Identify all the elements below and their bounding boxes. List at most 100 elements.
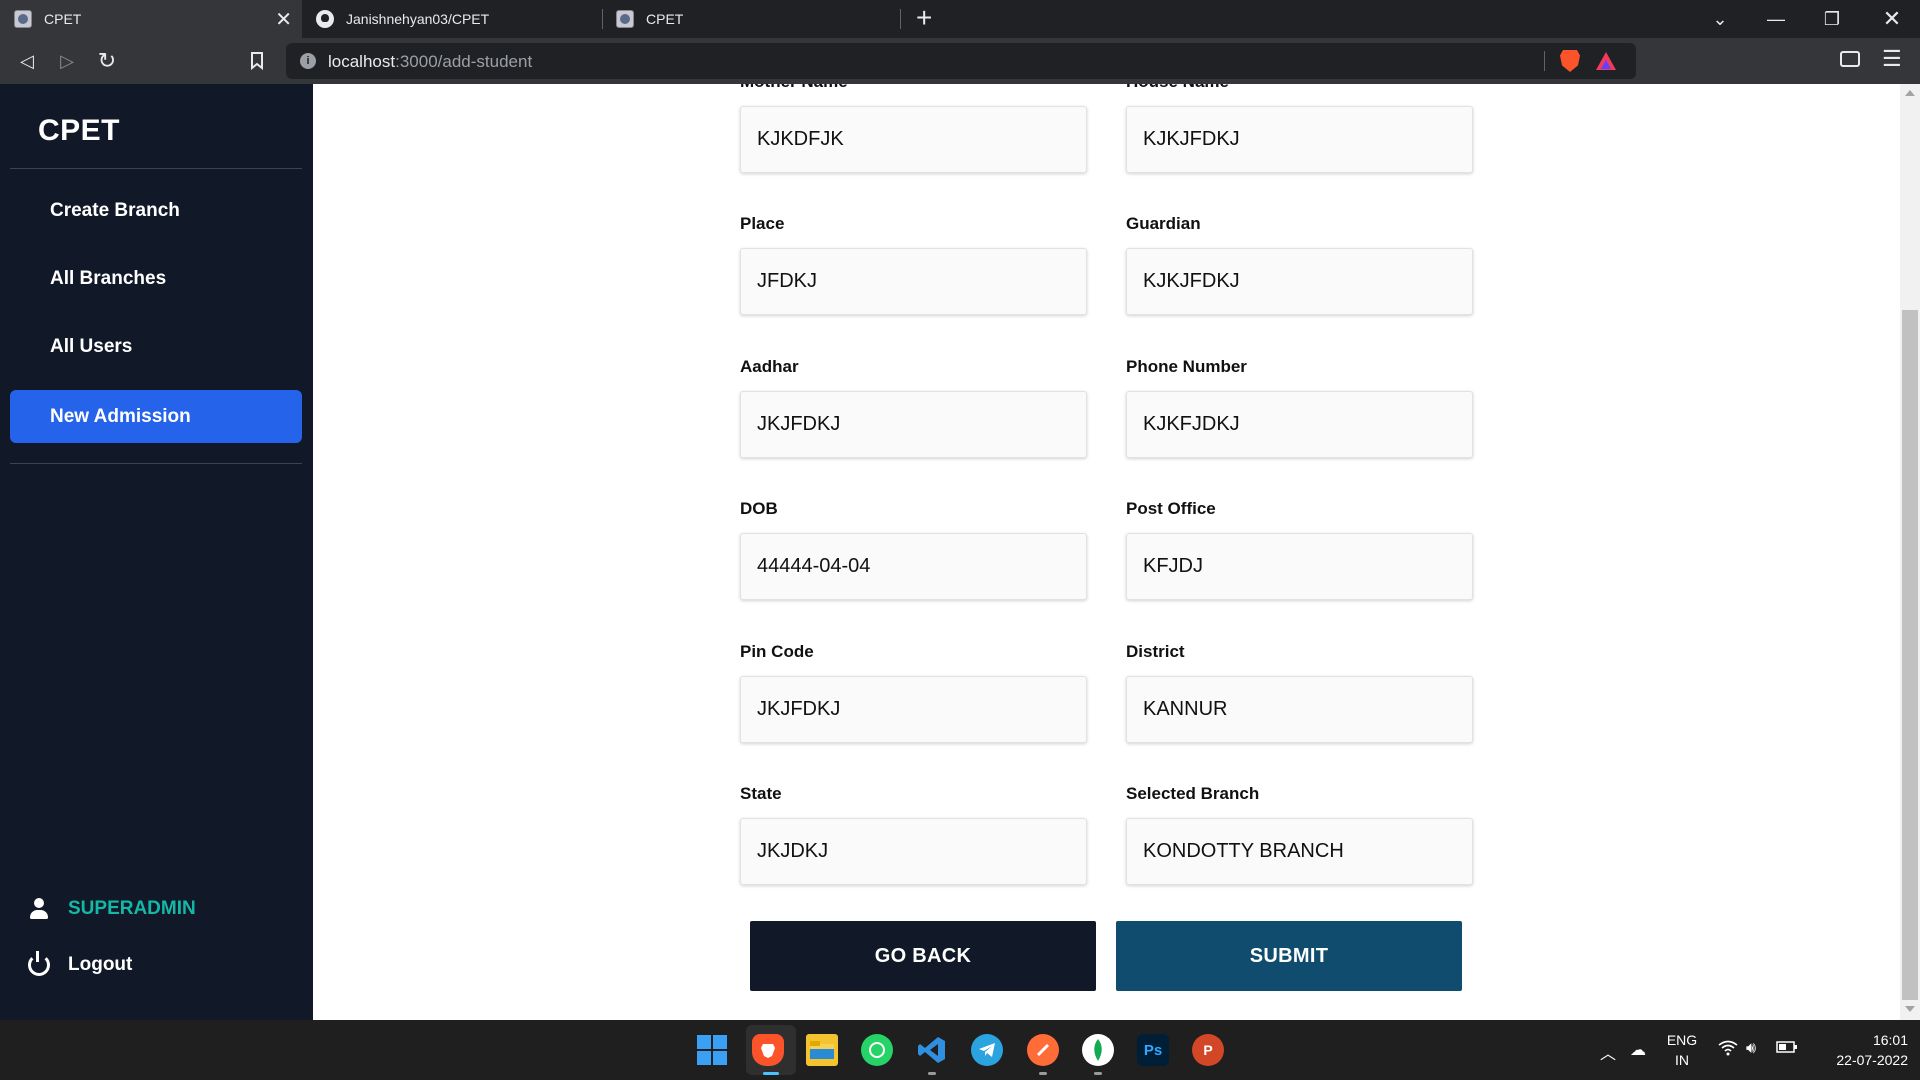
mother-name-input[interactable]: KJKDFJK [740,106,1087,173]
minimize-icon[interactable]: — [1748,0,1804,38]
scrollbar-thumb[interactable] [1902,310,1918,1000]
tab-title: CPET [44,11,82,27]
url-divider [1544,51,1545,71]
close-tab-icon[interactable]: ✕ [275,7,292,32]
tab-cpet[interactable]: CPET [602,0,900,38]
tab-divider [900,9,901,29]
url-text: localhost:3000/add-student [328,52,533,71]
tab-title: Janishnehyan03/CPET [346,11,490,27]
running-indicator [1039,1072,1047,1075]
field-label: Place [740,214,785,233]
postman-icon[interactable] [1027,1034,1059,1066]
github-icon [316,10,334,28]
sidebar-item-all-branches[interactable]: All Branches [10,252,302,305]
back-arrow-icon[interactable]: ◁ [12,46,42,76]
browser-tab-strip: CPET ✕ Janishnehyan03/CPET CPET + ⌄ — ❐ … [0,0,1920,38]
restore-icon[interactable]: ❐ [1804,0,1860,38]
field-label: Selected Branch [1126,784,1260,803]
cpet-favicon-icon [14,10,32,28]
submit-button[interactable]: SUBMIT [1116,921,1462,991]
brave-shields-icon[interactable] [1560,50,1580,72]
windows-taskbar: Ps P ︿ ☁ ENG IN 🔊︎ 16:01 22-07-2022 [0,1020,1920,1080]
field-label: Aadhar [740,357,799,376]
wallet-icon[interactable] [1840,51,1860,67]
current-user[interactable]: SUPERADMIN [28,898,196,920]
field-label: Post Office [1126,499,1216,518]
running-indicator [928,1072,936,1075]
phone-number-input[interactable]: KJKFJDKJ [1126,391,1473,458]
sidebar-item-all-users[interactable]: All Users [10,320,302,373]
brave-browser-icon[interactable] [752,1034,784,1066]
district-input[interactable]: KANNUR [1126,676,1473,743]
clock[interactable]: 16:01 22-07-2022 [1808,1030,1908,1070]
field-label: Guardian [1126,214,1201,233]
go-back-button[interactable]: GO BACK [750,921,1096,991]
browser-toolbar: ◁ ▷ ↻ i localhost:3000/add-student ☰ [0,38,1920,84]
place-input[interactable]: JFDKJ [740,248,1087,315]
user-icon [28,898,50,920]
language-code: ENG [1666,1032,1698,1048]
brand-title: CPET [38,114,121,147]
running-indicator [1094,1072,1102,1075]
vscode-icon[interactable] [916,1034,948,1066]
clock-date: 22-07-2022 [1836,1052,1908,1068]
telegram-icon[interactable] [971,1034,1003,1066]
photoshop-icon[interactable]: Ps [1137,1034,1169,1066]
field-label: State [740,784,782,803]
sidebar: CPET Create Branch All Branches All User… [0,84,313,1020]
reload-icon[interactable]: ↻ [92,46,122,76]
windows-start-icon[interactable] [696,1034,728,1066]
sidebar-divider [10,463,302,464]
user-name: SUPERADMIN [68,898,196,919]
new-tab-plus-icon[interactable]: + [916,4,932,32]
house-name-input[interactable]: KJKJFDKJ [1126,106,1473,173]
admission-form: Mother Name KJKDFJK House Name KJKJFDKJ … [313,84,1900,1020]
logout-label: Logout [68,954,133,975]
post-office-input[interactable]: KFJDJ [1126,533,1473,600]
selected-branch-select[interactable]: KONDOTTY BRANCH [1126,818,1473,885]
whatsapp-icon[interactable] [861,1034,893,1066]
logout-button[interactable]: Logout [28,951,133,976]
dob-input[interactable]: 44444-04-04 [740,533,1087,600]
site-info-icon[interactable]: i [300,53,316,69]
wifi-icon[interactable] [1718,1040,1738,1061]
sidebar-divider [10,168,302,169]
cpet-favicon-icon [616,10,634,28]
sidebar-item-create-branch[interactable]: Create Branch [10,184,302,237]
scroll-up-arrow-icon[interactable] [1905,90,1915,96]
field-label: Mother Name [740,84,848,92]
field-label: House Name [1126,84,1229,92]
running-indicator [763,1072,779,1075]
brave-rewards-icon[interactable] [1596,52,1616,70]
language-indicator[interactable]: ENG IN [1664,1030,1700,1070]
field-label: Pin Code [740,642,814,661]
tab-cpet-active[interactable]: CPET ✕ [0,0,302,38]
clock-time: 16:01 [1872,1032,1908,1048]
tab-github[interactable]: Janishnehyan03/CPET [302,0,600,38]
region-code: IN [1675,1052,1689,1068]
tab-search-chevron-icon[interactable]: ⌄ [1692,0,1748,38]
volume-icon[interactable]: 🔊︎ [1746,1040,1756,1058]
file-explorer-icon[interactable] [806,1034,838,1066]
power-icon [28,951,50,976]
bookmark-icon[interactable] [242,46,272,76]
scroll-down-arrow-icon[interactable] [1905,1006,1915,1012]
close-window-icon[interactable]: ✕ [1864,0,1920,38]
tray-overflow-chevron-icon[interactable]: ︿ [1600,1040,1616,1064]
field-label: District [1126,642,1185,661]
aadhar-input[interactable]: JKJFDKJ [740,391,1087,458]
forward-arrow-icon[interactable]: ▷ [52,46,82,76]
pin-code-input[interactable]: JKJFDKJ [740,676,1087,743]
battery-icon[interactable] [1776,1040,1798,1059]
guardian-input[interactable]: KJKJFDKJ [1126,248,1473,315]
field-label: DOB [740,499,778,518]
state-input[interactable]: JKJDKJ [740,818,1087,885]
mongodb-compass-icon[interactable] [1082,1034,1114,1066]
tab-title: CPET [646,11,684,27]
address-bar[interactable]: i localhost:3000/add-student [286,43,1636,79]
onedrive-error-icon[interactable]: ☁ [1630,1040,1646,1060]
powerpoint-icon[interactable]: P [1192,1034,1224,1066]
menu-icon[interactable]: ☰ [1882,46,1902,72]
field-label: Phone Number [1126,357,1247,376]
sidebar-item-new-admission[interactable]: New Admission [10,390,302,443]
